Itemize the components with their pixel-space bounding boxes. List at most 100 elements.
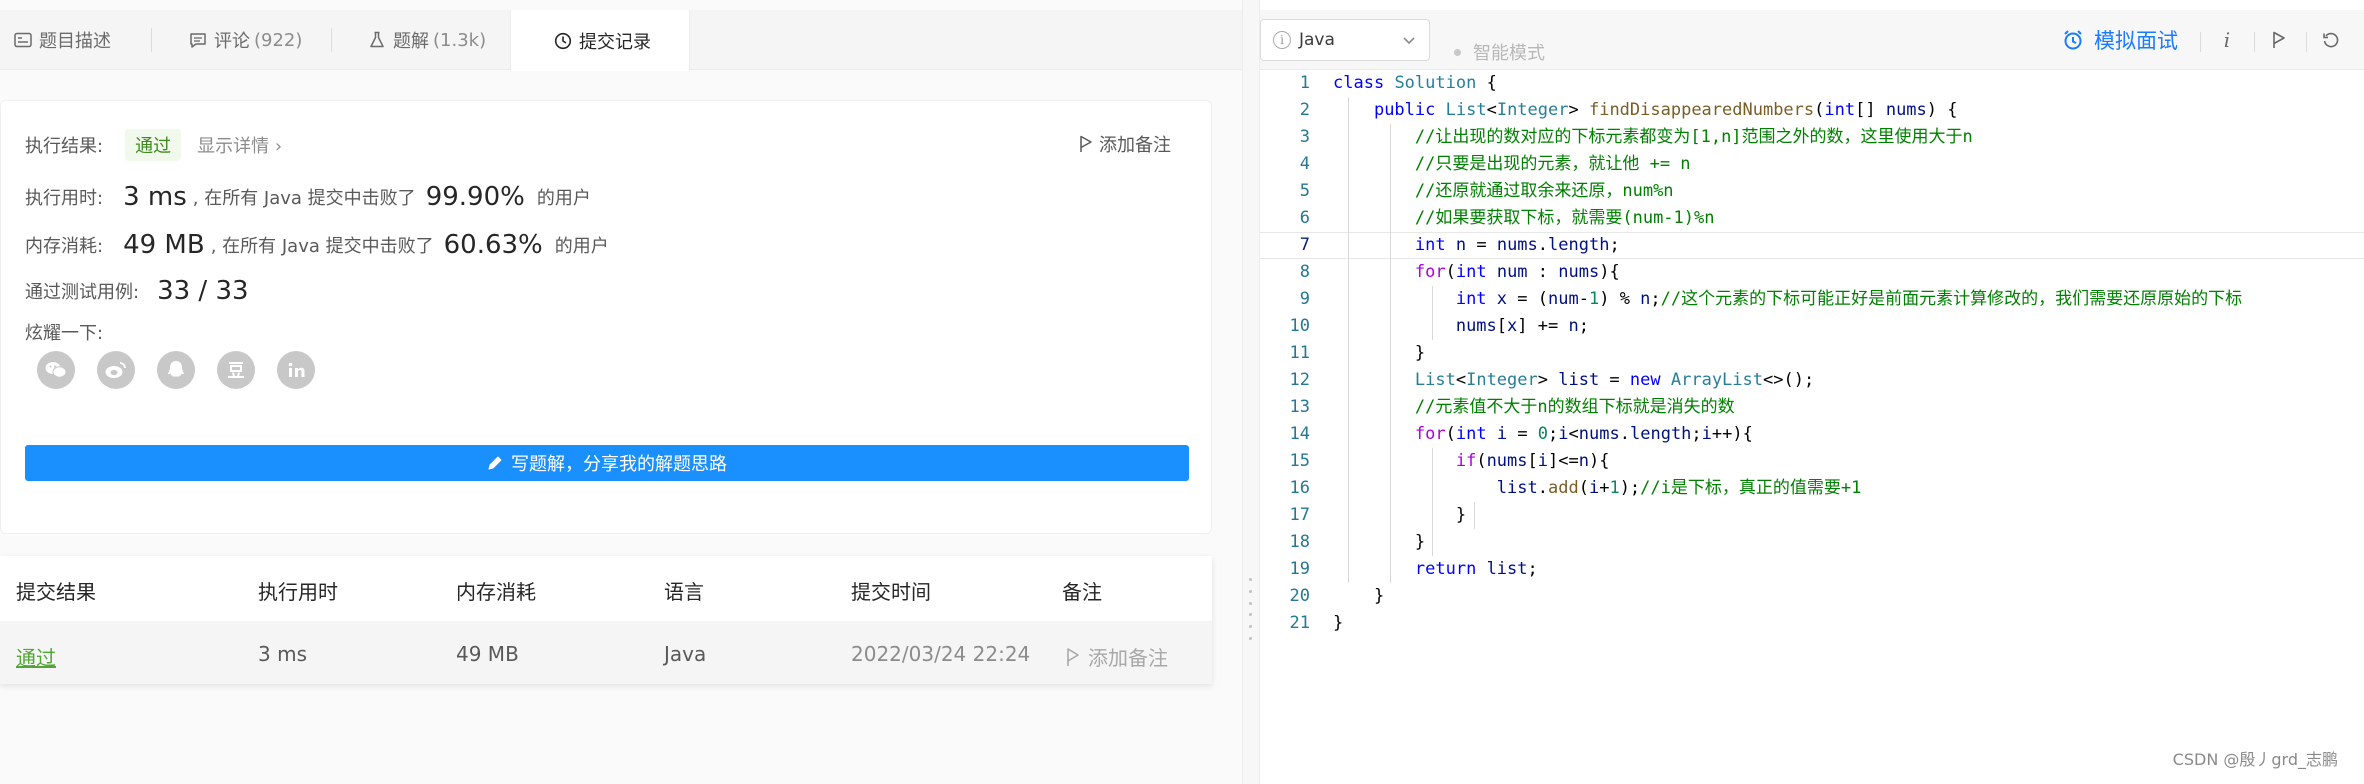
code-line[interactable]: 12 List<Integer> list = new ArrayList<>(… [1260,367,2364,394]
weibo-icon[interactable] [97,351,135,389]
code-text: } [1333,505,1467,525]
code-line[interactable]: 1 class Solution { [1260,70,2364,97]
share-label-row: 炫耀一下: [25,319,103,345]
code-text: int x = (num-1) % n;//这个元素的下标可能正好是前面元素计算… [1455,289,2243,309]
line-number: 16 [1289,478,1310,498]
tab-submissions[interactable]: 提交记录 [510,10,690,71]
editor-pane: i Java 智能模式 模拟面试 i 1 class Solution {2 … [1260,0,2364,784]
result-card: 执行结果: 通过 显示详情 › 添加备注 执行用时: 3 ms , 在所有 Ja… [0,100,1212,534]
runtime-label: 执行用时: [25,188,104,209]
show-detail-link[interactable]: 显示详情 › [197,132,282,158]
line-number: 12 [1289,370,1310,390]
linkedin-icon[interactable] [277,351,315,389]
editor-toolbar: i Java 智能模式 模拟面试 i [1260,10,2364,70]
douban-icon[interactable] [217,351,255,389]
line-number: 14 [1289,424,1310,444]
memory-suffix: 的用户 [554,236,609,257]
clock-icon [553,31,573,51]
code-editor[interactable]: 1 class Solution {2 public List<Integer> … [1260,70,2364,784]
row-note-label: 添加备注 [1088,646,1168,670]
runtime-row: 执行用时: 3 ms , 在所有 Java 提交中击败了 99.90% 的用户 [25,177,591,217]
description-icon [13,30,33,50]
code-line[interactable]: 16 list.add(i+1);//i是下标，真正的值需要+1 [1260,475,2364,502]
code-line[interactable]: 11 } [1260,340,2364,367]
status-label: 执行结果: [25,136,104,157]
line-number: 2 [1299,100,1310,120]
tab-description[interactable]: 题目描述 [0,10,152,70]
resize-grip[interactable] [1249,578,1253,640]
code-line[interactable]: 2 public List<Integer> findDisappearedNu… [1260,97,2364,124]
line-number: 9 [1299,289,1310,309]
code-line[interactable]: 6 //如果要获取下标，就需要(num-1)%n [1260,205,2364,232]
tab-bar: 题目描述 评论 (922) 题解 (1.3k) 提交记录 [0,10,1242,71]
line-number: 10 [1289,316,1310,336]
row-memory: 49 MB [456,642,519,666]
toolbar-divider [2254,32,2255,52]
code-line[interactable]: 9 int x = (num-1) % n;//这个元素的下标可能正好是前面元素… [1260,286,2364,313]
tests-value: 33 / 33 [157,276,249,306]
code-text: } [1333,532,1426,552]
write-solution-button[interactable]: 写题解，分享我的解题思路 [25,445,1189,481]
code-line[interactable]: 14 for(int i = 0;i<nums.length;i++){ [1260,421,2364,448]
line-number: 1 [1299,73,1310,93]
status-badge: 通过 [125,129,182,161]
code-line[interactable]: 3 //让出现的数对应的下标元素都变为[1,n]范围之外的数，这里使用大于n [1260,124,2364,151]
line-number: 21 [1289,613,1310,633]
flag-icon [1080,135,1092,152]
tests-row: 通过测试用例: 33 / 33 [25,271,255,311]
code-line[interactable]: 10 nums[x] += n; [1260,313,2364,340]
add-note-button[interactable]: 添加备注 [1079,131,1171,157]
tab-comments[interactable]: 评论 (922) [152,10,332,70]
chevron-right-icon: › [274,136,283,157]
row-result-link[interactable]: 通过 [16,642,56,671]
pencil-icon [488,456,502,470]
code-text: //还原就通过取余来还原，num%n [1414,181,1674,201]
reset-icon[interactable] [2318,27,2344,53]
memory-label: 内存消耗: [25,236,104,257]
code-line[interactable]: 13 //元素值不大于n的数组下标就是消失的数 [1260,394,2364,421]
code-line[interactable]: 7 int n = nums.length; [1260,232,2364,259]
code-text: return list; [1414,559,1538,579]
row-add-note-button[interactable]: 添加备注 [1066,642,1168,671]
runtime-suffix: 的用户 [536,188,591,209]
smart-mode-toggle[interactable]: 智能模式 [1454,39,1545,65]
code-line[interactable]: 4 //只要是出现的元素，就让他 += n [1260,151,2364,178]
code-line[interactable]: 8 for(int num : nums){ [1260,259,2364,286]
flag-icon[interactable] [2266,27,2292,53]
code-line[interactable]: 19 return list; [1260,556,2364,583]
code-text: List<Integer> list = new ArrayList<>(); [1414,370,1815,390]
flag-icon [1067,647,1079,666]
code-line[interactable]: 5 //还原就通过取余来还原，num%n [1260,178,2364,205]
memory-percent: 60.63% [443,230,543,260]
info-icon: i [1273,31,1291,49]
line-number: 18 [1289,532,1310,552]
runtime-percent: 99.90% [425,182,525,212]
row-runtime: 3 ms [258,642,307,666]
code-text: int n = nums.length; [1414,235,1620,255]
code-line[interactable]: 17 } [1260,502,2364,529]
line-number: 4 [1299,154,1310,174]
language-value: Java [1299,30,1335,50]
code-line[interactable]: 15 if(nums[i]<=n){ [1260,448,2364,475]
code-line[interactable]: 21} [1260,610,2364,637]
line-number: 5 [1299,181,1310,201]
code-line[interactable]: 20 } [1260,583,2364,610]
row-date: 2022/03/24 22:24 [851,642,1031,666]
code-line[interactable]: 18 } [1260,529,2364,556]
qq-icon[interactable] [157,351,195,389]
wechat-icon[interactable] [37,351,75,389]
tab-solutions[interactable]: 题解 (1.3k) [332,10,510,70]
language-select[interactable]: i Java [1260,19,1430,61]
col-header-time: 提交时间 [851,580,931,604]
runtime-value: 3 ms [123,182,187,212]
tests-label: 通过测试用例: [25,282,140,303]
line-number: 6 [1299,208,1310,228]
tab-label: 评论 [214,31,250,52]
pane-divider[interactable] [1242,0,1260,784]
tab-label: 题解 [393,31,429,52]
toolbar-divider [2306,32,2307,52]
info-i-icon[interactable]: i [2214,27,2240,53]
mock-interview-button[interactable]: 模拟面试 [2062,26,2178,54]
chevron-down-icon [1403,37,1415,45]
table-row[interactable]: 通过 3 ms 49 MB Java 2022/03/24 22:24 添加备注 [0,621,1212,684]
